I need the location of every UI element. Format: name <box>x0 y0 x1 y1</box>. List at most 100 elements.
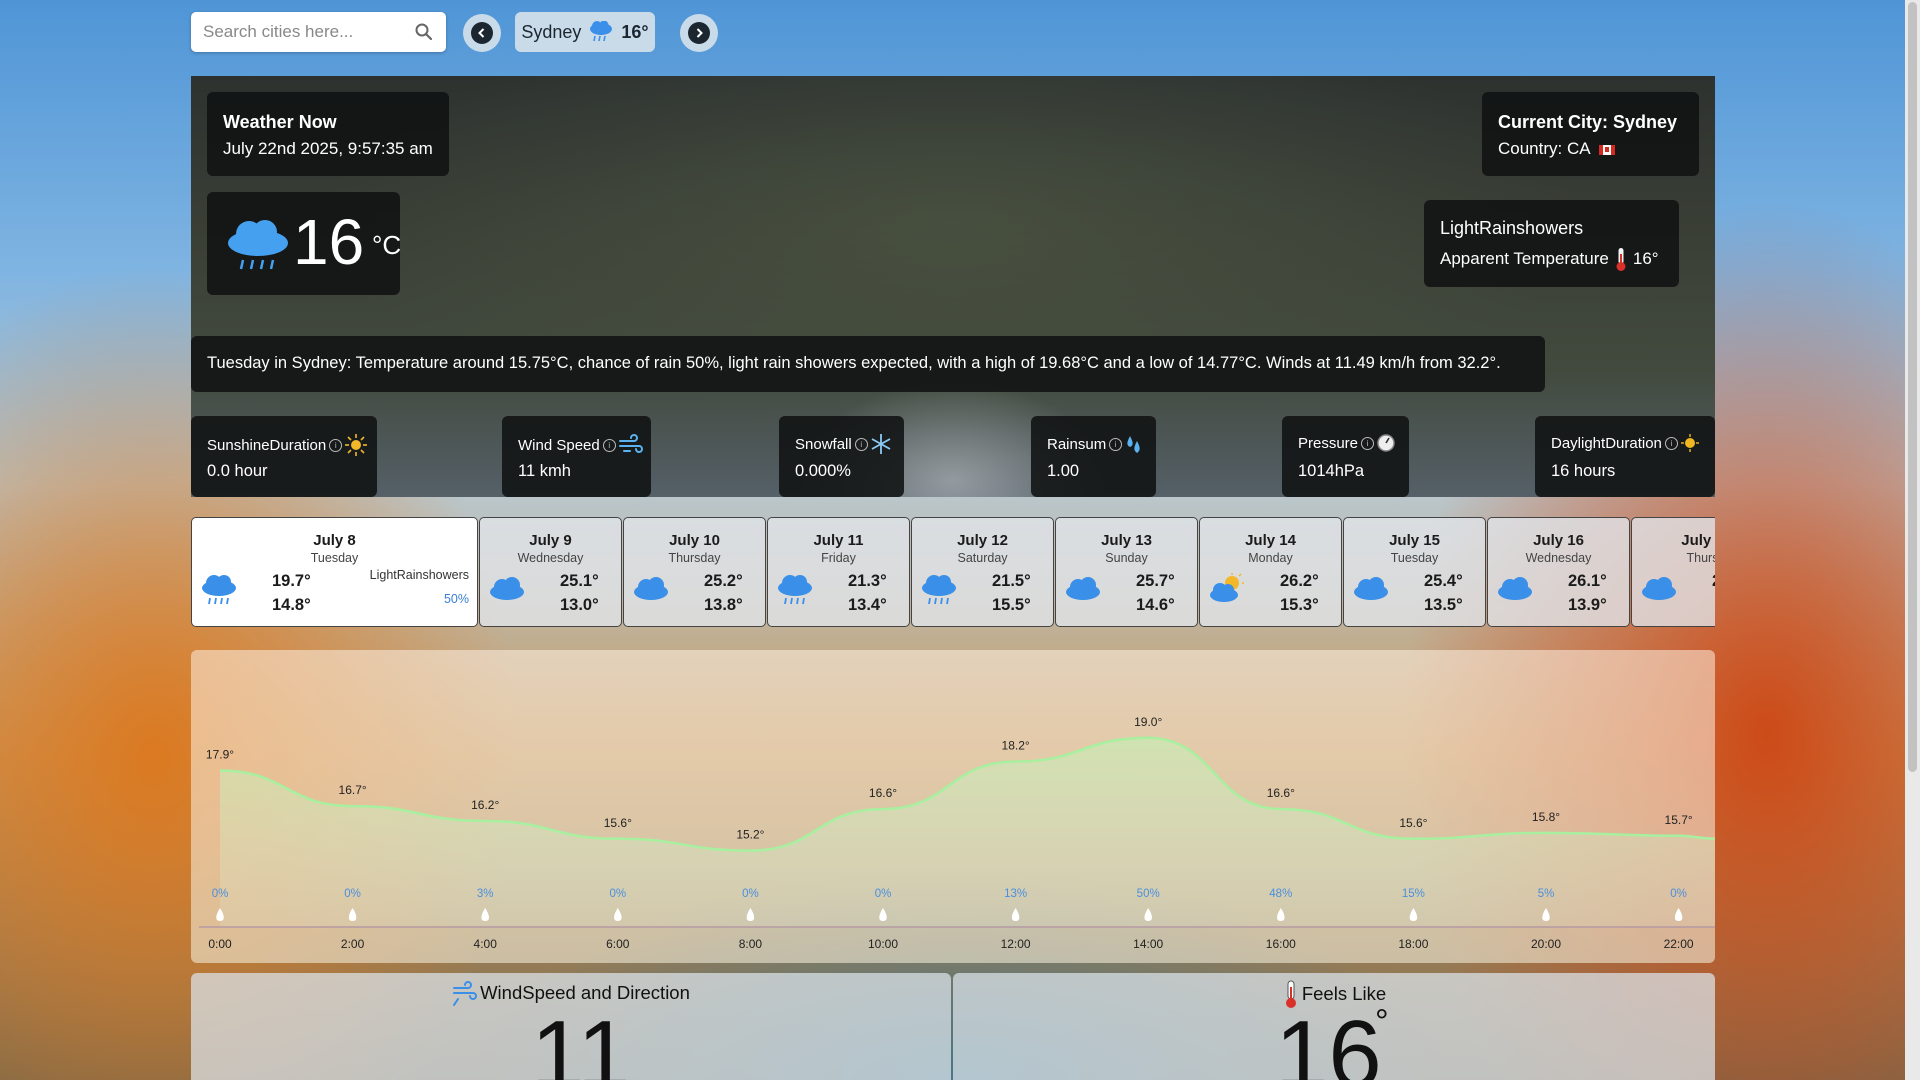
precip-prob-label: 15% <box>1402 888 1425 900</box>
temp-point-label: 15.8° <box>1532 810 1560 824</box>
forecast-date: July 11 <box>813 532 864 549</box>
scrollbar-thumb[interactable] <box>1908 2 1917 772</box>
rain-cloud-icon <box>778 575 812 605</box>
precip-prob-label: 0% <box>875 888 892 900</box>
forecast-day: Wednesday <box>517 551 584 565</box>
current-datetime: July 22nd 2025, 9:57:35 am <box>223 139 433 158</box>
rain-cloud-icon <box>228 220 288 270</box>
metric-label: Rainsum <box>1047 435 1107 453</box>
forecast-high: 25.7° <box>1136 572 1175 590</box>
condition-card: LightRainshowers Apparent Temperature 16… <box>1424 200 1679 287</box>
info-icon[interactable]: i <box>1361 436 1375 450</box>
forecast-low: 13.0° <box>560 596 599 614</box>
city-chip[interactable]: Sydney 16° <box>515 12 655 52</box>
forecast-card[interactable]: July 8 Tuesday 19.7° 14.8° LightRainshow… <box>191 517 478 627</box>
forecast-card[interactable]: July 15 Tuesday 25.4° 13.5° <box>1343 517 1486 627</box>
metric-value: 1.00 <box>1047 462 1080 480</box>
forecast-high: 25.4° <box>1424 572 1463 590</box>
forecast-date: July 8 <box>313 532 356 549</box>
cloud-icon <box>1642 577 1676 600</box>
forecast-card[interactable]: July 14 Monday 26.2° 15.3° <box>1199 517 1342 627</box>
info-icon[interactable]: i <box>329 438 343 452</box>
precip-prob-label: 3% <box>477 888 494 900</box>
cloud-icon <box>1498 577 1532 600</box>
forecast-card[interactable]: July 13 Sunday 25.7° 14.6° <box>1055 517 1198 627</box>
forecast-card[interactable]: July 16 Wednesday 26.1° 13.9° <box>1487 517 1630 627</box>
hourly-chart-svg: 17.9° 0% 0:00 16.7° 0% 2:00 16.2° 3% 4:00 15.6° 0%… <box>199 715 1715 951</box>
sun-icon <box>345 434 368 456</box>
sun-small-icon <box>1680 434 1699 452</box>
metric-value: 0.0 hour <box>207 462 268 480</box>
metric-pressure: Pressure i 1014hPa <box>1282 416 1409 497</box>
info-icon[interactable]: i <box>854 437 868 451</box>
x-tick-label: 6:00 <box>606 937 630 951</box>
forecast-low: 14.8° <box>272 596 311 614</box>
next-city-button[interactable] <box>680 14 718 52</box>
metric-label: Pressure <box>1298 434 1359 452</box>
cloud-icon <box>634 577 668 600</box>
droplets-icon <box>1127 436 1140 453</box>
forecast-date: July 13 <box>1101 532 1152 549</box>
forecast-low: 14.6° <box>1136 596 1175 614</box>
metric-label: Snowfall <box>795 435 852 453</box>
temp-point-label: 16.2° <box>471 798 499 812</box>
gauge-icon <box>1377 434 1395 452</box>
precip-prob-label: 48% <box>1269 888 1292 900</box>
forecast-date: July 15 <box>1389 532 1440 549</box>
x-tick-label: 22:00 <box>1664 937 1694 951</box>
x-tick-label: 18:00 <box>1398 937 1428 951</box>
precip-prob-label: 0% <box>1670 888 1687 900</box>
weather-summary: Tuesday in Sydney: Temperature around 15… <box>191 336 1545 392</box>
forecast-date: July 16 <box>1533 532 1584 549</box>
city-chip-temp: 16° <box>621 21 649 42</box>
hourly-chart: 17.9° 0% 0:00 16.7° 0% 2:00 16.2° 3% 4:00 15.6° 0%… <box>191 650 1715 963</box>
search-icon[interactable] <box>414 22 434 42</box>
apparent-temp-value: 16° <box>1632 249 1659 268</box>
forecast-card[interactable]: July 1 Thurs 2 <box>1631 517 1715 627</box>
forecast-low: 15.3° <box>1280 596 1319 614</box>
prev-city-button[interactable] <box>463 14 501 52</box>
x-tick-label: 0:00 <box>208 937 232 951</box>
daily-forecast-strip[interactable]: July 8 Tuesday 19.7° 14.8° LightRainshow… <box>191 517 1715 629</box>
metric-snowfall: Snowfall i 0.000% <box>779 416 904 497</box>
cloud-icon <box>1354 577 1388 600</box>
forecast-date: July 9 <box>529 532 572 549</box>
info-icon[interactable]: i <box>1664 436 1678 450</box>
info-icon[interactable]: i <box>1109 437 1123 451</box>
temp-point-label: 19.0° <box>1134 715 1162 729</box>
temp-point-label: 16.7° <box>339 783 367 797</box>
precip-prob-label: 0% <box>609 888 626 900</box>
city-chip-name: Sydney <box>521 21 582 42</box>
thermometer-icon <box>1616 248 1626 271</box>
rain-cloud-icon <box>590 21 613 42</box>
forecast-day: Wednesday <box>1525 551 1592 565</box>
temp-point-label: 18.2° <box>1002 739 1030 753</box>
x-tick-label: 16:00 <box>1266 937 1296 951</box>
current-weather-panel: Weather Now July 22nd 2025, 9:57:35 am 1… <box>191 76 1715 497</box>
precip-prob-label: 50% <box>1137 888 1160 900</box>
search-input[interactable] <box>191 12 403 52</box>
forecast-date: July 12 <box>957 532 1008 549</box>
forecast-day: Thurs <box>1686 551 1715 565</box>
metric-wind-speed: Wind Speed i 11 kmh <box>502 416 651 497</box>
current-city-title: Current City: Sydney <box>1498 112 1678 132</box>
temp-point-label: 15.6° <box>1399 816 1427 830</box>
forecast-card[interactable]: July 12 Saturday 21.5° 15.5° <box>911 517 1054 627</box>
x-tick-label: 10:00 <box>868 937 898 951</box>
forecast-high: 26.1° <box>1568 572 1607 590</box>
forecast-day: Tuesday <box>310 551 359 565</box>
forecast-card[interactable]: July 10 Thursday 25.2° 13.8° <box>623 517 766 627</box>
forecast-date: July 1 <box>1681 532 1715 549</box>
page-scrollbar[interactable] <box>1905 0 1920 1080</box>
info-icon[interactable]: i <box>602 438 616 452</box>
forecast-high: 25.2° <box>704 572 743 590</box>
metric-label: DaylightDuration <box>1551 434 1662 452</box>
forecast-high: 2 <box>1712 572 1715 591</box>
forecast-card[interactable]: July 9 Wednesday 25.1° 13.0° <box>479 517 622 627</box>
wind-panel: WindSpeed and Direction 11 <box>191 973 951 1080</box>
weather-now-title: Weather Now <box>223 112 337 132</box>
feels-like-value: 16 <box>1275 1001 1382 1080</box>
temp-point-label: 16.6° <box>1267 786 1295 800</box>
forecast-card[interactable]: July 11 Friday 21.3° 13.4° <box>767 517 910 627</box>
search-box[interactable] <box>191 12 446 52</box>
